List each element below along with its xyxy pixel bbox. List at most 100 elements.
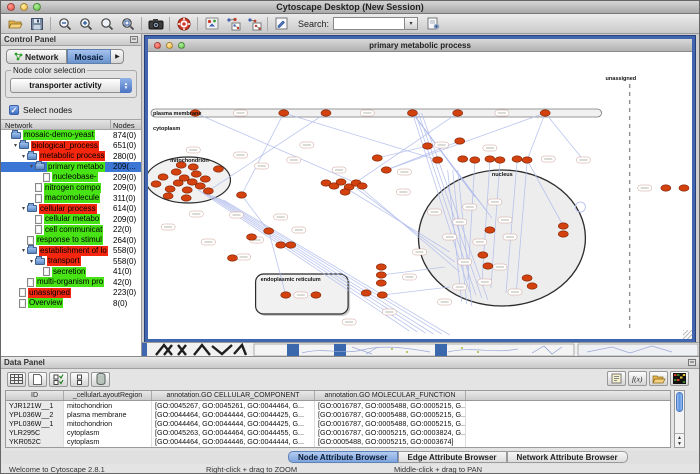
tree-row[interactable]: ▾cellular process614(0): [1, 204, 141, 215]
save-icon[interactable]: [26, 15, 47, 32]
network-node[interactable]: [661, 185, 671, 191]
tree-row[interactable]: response to stimul264(0): [1, 235, 141, 246]
new-attribute-icon[interactable]: [28, 372, 47, 387]
layout-alt-icon[interactable]: [243, 15, 264, 32]
zoom-fit-icon[interactable]: [96, 15, 117, 32]
network-node[interactable]: [247, 234, 257, 240]
help-lifesaver-icon[interactable]: [173, 15, 194, 32]
tree-row[interactable]: secretion41(0): [1, 267, 141, 278]
expand-arrow-icon[interactable]: ▾: [20, 205, 27, 212]
tab-mosaic[interactable]: Mosaic: [67, 49, 112, 64]
zoom-in-icon[interactable]: [75, 15, 96, 32]
network-node[interactable]: [357, 183, 367, 189]
network-node[interactable]: [276, 242, 286, 248]
tree-row[interactable]: cellular metabo209(0): [1, 214, 141, 225]
network-node[interactable]: [286, 242, 296, 248]
network-node[interactable]: [165, 186, 175, 192]
scrollbar-arrows-icon[interactable]: ▲▼: [675, 433, 684, 447]
expand-arrow-icon[interactable]: ▾: [12, 142, 19, 149]
network-node[interactable]: [171, 169, 181, 175]
tab-edge-attribute-browser[interactable]: Edge Attribute Browser: [398, 451, 507, 463]
network-node[interactable]: [495, 157, 505, 163]
network-node[interactable]: [264, 228, 274, 234]
network-node[interactable]: [433, 157, 443, 163]
select-nodes-checkbox[interactable]: ✓: [9, 105, 19, 115]
tree-row[interactable]: mosaic-demo-yeast874(0): [1, 130, 141, 141]
network-node[interactable]: [181, 195, 191, 201]
table-row[interactable]: YLR295Ccytoplasm[GO:0045263, GO:0044464,…: [6, 428, 670, 437]
network-canvas[interactable]: plasma membranecytoplasmmitochondrionnuc…: [148, 52, 692, 339]
network-node[interactable]: [512, 156, 522, 162]
network-node[interactable]: [527, 283, 537, 289]
attribute-notes-icon[interactable]: [607, 371, 626, 386]
expand-arrow-icon[interactable]: ▾: [20, 247, 27, 254]
network-node[interactable]: [470, 157, 480, 163]
network-node[interactable]: [361, 290, 371, 296]
table-column-header[interactable]: annotation.GO CELLULAR_COMPONENT: [152, 391, 315, 400]
tab-network-attribute-browser[interactable]: Network Attribute Browser: [507, 451, 628, 463]
vizmapper-icon[interactable]: [201, 15, 222, 32]
tree-row[interactable]: multi-organism pro42(0): [1, 277, 141, 288]
float-panel-icon[interactable]: [688, 359, 696, 366]
network-node[interactable]: [321, 110, 331, 116]
table-vertical-scrollbar[interactable]: ▲▼: [674, 390, 685, 448]
network-node[interactable]: [203, 188, 213, 194]
network-node[interactable]: [455, 138, 465, 144]
table-row[interactable]: YKR052Ccytoplasm[GO:0044464, GO:0044446,…: [6, 437, 670, 446]
network-node[interactable]: [151, 181, 161, 187]
network-node[interactable]: [485, 156, 495, 162]
network-node[interactable]: [182, 187, 192, 193]
attribute-table[interactable]: ID_cellularLayoutRegionannotation.GO CEL…: [5, 390, 671, 448]
snapshot-camera-icon[interactable]: [145, 15, 166, 32]
network-node[interactable]: [522, 275, 532, 281]
tree-row[interactable]: unassigned223(0): [1, 288, 141, 299]
network-node[interactable]: [483, 263, 493, 269]
zoom-selected-icon[interactable]: [117, 15, 138, 32]
heatmap-icon[interactable]: [670, 371, 689, 386]
network-node[interactable]: [158, 174, 168, 180]
search-dropdown-button[interactable]: ▾: [405, 17, 418, 30]
table-column-header[interactable]: ID: [6, 391, 64, 400]
search-input[interactable]: [333, 17, 405, 30]
float-panel-icon[interactable]: [130, 36, 138, 43]
table-column-header[interactable]: annotation.GO MOLECULAR_FUNCTION: [315, 391, 466, 400]
expand-arrow-icon[interactable]: ▾: [28, 258, 35, 265]
network-node[interactable]: [377, 292, 387, 298]
select-attributes-icon[interactable]: [49, 372, 68, 387]
tree-row[interactable]: ▾primary metabo209(...: [1, 162, 141, 173]
table-row[interactable]: YPL036W__1mitochondrion[GO:0044464, GO:0…: [6, 419, 670, 428]
network-node[interactable]: [478, 252, 488, 258]
table-row[interactable]: YDR039C__1mitochondrion[GO:0044464, GO:0…: [6, 446, 670, 448]
annotation-icon[interactable]: [271, 15, 292, 32]
network-node[interactable]: [558, 231, 568, 237]
open-file-icon[interactable]: [5, 15, 26, 32]
network-node[interactable]: [453, 110, 463, 116]
tree-row[interactable]: cell communicat22(0): [1, 225, 141, 236]
network-node[interactable]: [423, 143, 433, 149]
network-node[interactable]: [540, 110, 550, 116]
plugin-settings-icon[interactable]: [423, 15, 444, 32]
zoom-out-icon[interactable]: [54, 15, 75, 32]
network-node[interactable]: [279, 110, 289, 116]
tree-row[interactable]: ▾biological_process651(0): [1, 141, 141, 152]
layout-icon[interactable]: [222, 15, 243, 32]
network-node[interactable]: [679, 185, 689, 191]
resize-grip-icon[interactable]: [683, 330, 692, 339]
network-node[interactable]: [376, 280, 386, 286]
network-node[interactable]: [191, 171, 201, 177]
network-node[interactable]: [407, 110, 417, 116]
tree-row[interactable]: ▾transport558(0): [1, 256, 141, 267]
network-node[interactable]: [340, 189, 350, 195]
network-node[interactable]: [558, 223, 568, 229]
table-column-header[interactable]: _cellularLayoutRegion: [64, 391, 152, 400]
network-node[interactable]: [336, 179, 346, 185]
scrollbar-thumb[interactable]: [676, 392, 683, 412]
tree-row[interactable]: Overview8(0): [1, 298, 141, 309]
table-row[interactable]: YJR121W__1mitochondrion[GO:0045267, GO:0…: [6, 401, 670, 410]
expand-arrow-icon[interactable]: ▾: [28, 163, 35, 170]
unselect-attributes-icon[interactable]: [70, 372, 89, 387]
tab-network[interactable]: Network: [6, 49, 67, 64]
expand-arrow-icon[interactable]: ▾: [20, 153, 27, 160]
attribute-grid-icon[interactable]: [7, 372, 26, 387]
network-node[interactable]: [227, 255, 237, 261]
